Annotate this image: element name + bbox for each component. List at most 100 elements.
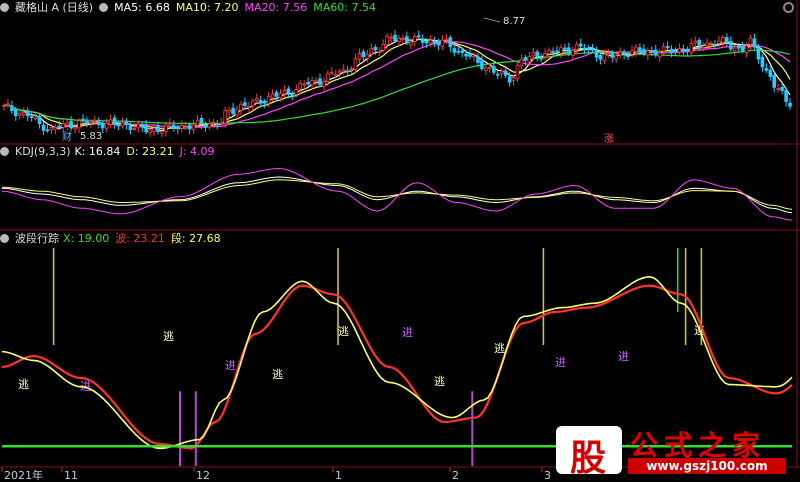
candle-body xyxy=(456,50,460,53)
candle-body xyxy=(250,100,255,107)
candle-body xyxy=(128,125,133,131)
candle-body xyxy=(223,110,228,124)
candle-body xyxy=(41,124,46,131)
ma60-line xyxy=(3,49,791,125)
candle-body xyxy=(701,46,705,49)
candle-body xyxy=(45,129,50,132)
candle-body xyxy=(73,126,77,130)
candle-body xyxy=(567,47,571,54)
candle-body xyxy=(511,77,516,81)
gear-icon[interactable] xyxy=(783,2,794,13)
candle-body xyxy=(519,58,524,67)
sell-label: 逃 xyxy=(272,368,283,381)
candle-body xyxy=(69,120,73,129)
candle-body xyxy=(638,47,642,52)
legend-ma5: MA5: 6.68 xyxy=(114,1,170,14)
candle-body xyxy=(152,127,156,132)
candle-body xyxy=(377,51,381,53)
legend-j: J: 4.09 xyxy=(179,145,215,158)
candle-body xyxy=(523,57,528,61)
candle-body xyxy=(243,102,247,107)
candle-body xyxy=(650,50,654,52)
settings-circle-icon[interactable] xyxy=(0,147,9,156)
candle-body xyxy=(547,49,551,54)
candle-body xyxy=(432,41,437,44)
settings-circle-icon[interactable] xyxy=(99,3,109,12)
candle-body xyxy=(97,121,101,126)
candle-body xyxy=(559,47,563,54)
candle-body xyxy=(646,50,650,56)
candle-body xyxy=(361,51,366,57)
high-price-label: 8.77 xyxy=(503,16,525,27)
candle-body xyxy=(254,98,259,101)
buy-label: 进 xyxy=(225,359,236,372)
candle-body xyxy=(527,56,532,63)
candle-body xyxy=(365,53,370,59)
candle-body xyxy=(85,121,89,124)
candle-body xyxy=(49,126,54,130)
candle-body xyxy=(219,122,224,125)
candle-body xyxy=(345,70,350,73)
candle-body xyxy=(729,41,733,50)
candle-body xyxy=(491,65,496,73)
candle-body xyxy=(100,122,105,129)
candle-body xyxy=(594,50,599,58)
candle-body xyxy=(784,89,788,102)
candle-body xyxy=(329,71,334,74)
candle-body xyxy=(393,34,397,41)
candle-body xyxy=(571,49,575,56)
candle-body xyxy=(124,120,129,125)
candle-body xyxy=(444,38,449,41)
candle-body xyxy=(369,48,374,55)
settings-circle-icon[interactable] xyxy=(0,3,9,12)
candle-body xyxy=(464,53,468,57)
candle-body xyxy=(788,102,792,107)
candle-body xyxy=(116,124,121,127)
candle-body xyxy=(144,124,149,133)
candle-body xyxy=(531,52,536,57)
candle-body xyxy=(610,51,615,58)
candle-body xyxy=(93,120,97,122)
candle-body xyxy=(657,52,662,58)
candle-body xyxy=(65,122,70,126)
candle-body xyxy=(318,78,322,86)
candle-body xyxy=(780,86,784,91)
candle-body xyxy=(681,48,686,52)
candle-body xyxy=(665,46,670,49)
sell-label: 逃 xyxy=(163,330,174,343)
candle-body xyxy=(156,126,160,132)
candle-body xyxy=(460,50,464,53)
candle-body xyxy=(717,40,721,44)
candle-body xyxy=(598,55,603,60)
candle-body xyxy=(278,93,283,99)
candle-body xyxy=(195,119,200,126)
candle-body xyxy=(412,36,417,42)
candle-body xyxy=(484,67,488,71)
candle-body xyxy=(294,89,299,95)
candle-body xyxy=(476,56,480,63)
candle-body xyxy=(231,107,235,115)
candle-body xyxy=(740,46,745,52)
settings-circle-icon[interactable] xyxy=(0,234,9,243)
wave-duan-line xyxy=(1,275,793,450)
wave-panel-title: 波段行踪 xyxy=(15,232,59,245)
candle-body xyxy=(235,109,239,116)
candle-body xyxy=(104,122,109,129)
candle-body xyxy=(709,42,713,45)
candle-body xyxy=(480,60,484,70)
sell-label: 逃 xyxy=(434,375,445,388)
candle-body xyxy=(148,129,152,133)
candle-body xyxy=(29,116,34,118)
ma20-line xyxy=(3,41,791,128)
candle-body xyxy=(405,36,409,44)
low-price-label: 5.83 xyxy=(80,131,102,142)
legend-x: X: 19.00 xyxy=(63,232,110,245)
candle-body xyxy=(472,55,476,58)
legend-ma60: MA60: 7.54 xyxy=(313,1,376,14)
candle-body xyxy=(420,38,425,43)
candle-body xyxy=(618,51,622,56)
candle-body xyxy=(322,81,326,87)
candle-body xyxy=(6,103,10,106)
buy-label: 进 xyxy=(402,326,413,339)
candle-body xyxy=(187,124,192,130)
